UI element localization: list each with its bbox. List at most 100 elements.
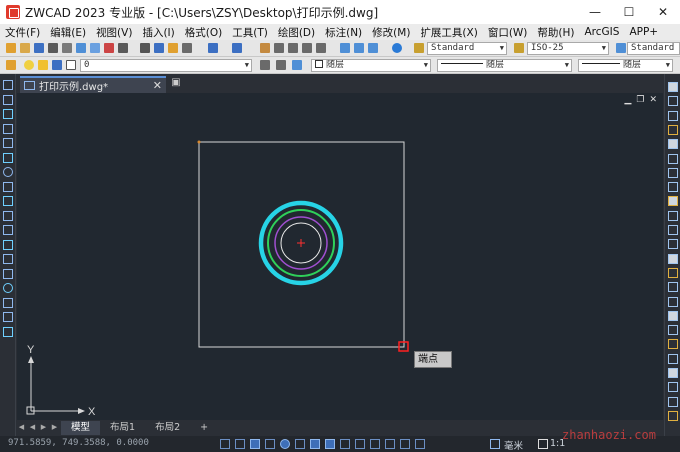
edit-polyline-icon[interactable] [668, 310, 678, 321]
help-icon[interactable] [392, 43, 402, 53]
minimize-button[interactable]: — [578, 0, 612, 24]
spline-icon[interactable] [3, 196, 13, 206]
properties-icon[interactable] [340, 43, 350, 53]
menu-item-1[interactable]: 编辑(E) [45, 25, 91, 40]
lineweight-dropdown[interactable]: 随层 ▼ [578, 59, 673, 72]
make-block-icon[interactable] [3, 254, 13, 264]
close-tab-icon[interactable]: ✕ [153, 79, 162, 92]
print-icon[interactable] [48, 43, 58, 53]
first-layout-icon[interactable]: ◀ [17, 423, 26, 433]
cloud-icon[interactable] [3, 181, 13, 192]
viewport-close-icon[interactable]: ✕ [649, 95, 657, 105]
menu-item-6[interactable]: 绘图(D) [273, 25, 320, 40]
menu-item-11[interactable]: 帮助(H) [532, 25, 579, 40]
zoom-realtime-icon[interactable] [274, 43, 284, 53]
linetype-dropdown[interactable]: 随层 ▼ [437, 59, 572, 72]
open-file-icon[interactable] [20, 43, 30, 53]
maximize-button[interactable]: ☐ [612, 0, 646, 24]
chamfer-icon[interactable] [668, 267, 678, 278]
match-properties-icon[interactable] [182, 43, 192, 53]
extend-icon[interactable] [668, 225, 678, 235]
move-icon[interactable] [668, 153, 678, 164]
publish-icon[interactable] [76, 43, 86, 53]
layer-color-icon[interactable] [66, 60, 76, 70]
layer-freeze-icon[interactable] [38, 60, 48, 70]
trim-icon[interactable] [668, 210, 678, 221]
menu-item-9[interactable]: 扩展工具(X) [415, 25, 482, 40]
circle-icon[interactable] [3, 167, 13, 177]
ortho-toggle-icon[interactable] [250, 439, 260, 449]
tab-layout1[interactable]: 布局1 [100, 421, 145, 435]
line-icon[interactable] [3, 80, 13, 90]
close-button[interactable]: ✕ [646, 0, 680, 24]
explode-icon[interactable] [668, 296, 678, 307]
layer-states-icon[interactable] [292, 60, 302, 70]
menu-item-8[interactable]: 修改(M) [367, 25, 415, 40]
draworder-below-icon[interactable] [668, 382, 678, 393]
menu-item-13[interactable]: APP+ [624, 26, 663, 38]
menu-item-10[interactable]: 窗口(W) [483, 25, 533, 40]
copy-icon[interactable] [154, 43, 164, 53]
drawing-canvas[interactable]: Y X ▁ ❐ ✕ 端点 [17, 93, 663, 420]
tab-layout2[interactable]: 布局2 [145, 421, 190, 435]
zoom-extents-icon[interactable] [316, 43, 326, 53]
point-icon[interactable] [3, 268, 13, 279]
join-icon[interactable] [668, 253, 678, 264]
copy-object-icon[interactable] [668, 96, 678, 107]
layer-dropdown[interactable]: 0 ▼ [80, 59, 252, 72]
next-layout-icon[interactable]: ▶ [39, 423, 48, 433]
zoom-previous-icon[interactable] [302, 43, 312, 53]
previous-layer-icon[interactable] [276, 60, 286, 70]
draworder-front-icon[interactable] [668, 339, 678, 350]
prev-layout-icon[interactable]: ◀ [28, 423, 37, 433]
dim-style-dropdown[interactable]: ISO-25 ▼ [527, 42, 609, 55]
pdf-icon[interactable] [104, 43, 114, 53]
rotate-icon[interactable] [668, 167, 678, 178]
polygon-icon[interactable] [3, 123, 13, 134]
mtext-icon[interactable] [3, 326, 13, 337]
viewport-minimize-icon[interactable]: ▁ [624, 95, 631, 105]
redo-icon[interactable] [232, 43, 242, 53]
hatch-icon[interactable] [3, 283, 13, 293]
mirror-icon[interactable] [668, 110, 678, 121]
save-icon[interactable] [34, 43, 44, 53]
undo-icon[interactable] [208, 43, 218, 53]
plot-icon[interactable] [90, 43, 100, 53]
ungroup-icon[interactable] [668, 410, 678, 421]
arc-3pt-icon[interactable] [3, 152, 13, 163]
erase-icon[interactable] [668, 82, 678, 92]
menu-item-7[interactable]: 标注(N) [320, 25, 367, 40]
print-preview-icon[interactable] [62, 43, 72, 53]
isolate-objects-icon[interactable] [415, 439, 425, 449]
layer-manager-icon[interactable] [6, 60, 16, 70]
layer-lock-icon[interactable] [52, 60, 62, 70]
transparency-toggle-icon[interactable] [340, 439, 350, 449]
array-icon[interactable] [668, 139, 678, 150]
region-icon[interactable] [3, 297, 13, 308]
align-icon[interactable] [668, 325, 678, 336]
table-style-dropdown[interactable]: Standard [627, 42, 680, 55]
text-style-dropdown[interactable]: Standard ▼ [427, 42, 507, 55]
last-layout-icon[interactable]: ▶ [50, 423, 59, 433]
polar-toggle-icon[interactable] [265, 439, 275, 449]
menu-item-2[interactable]: 视图(V) [91, 25, 137, 40]
offset-icon[interactable] [668, 124, 678, 135]
color-dropdown[interactable]: 随层 ▼ [311, 59, 431, 72]
menu-item-12[interactable]: ArcGIS [580, 26, 625, 38]
menu-item-3[interactable]: 插入(I) [137, 25, 179, 40]
fillet-icon[interactable] [668, 282, 678, 293]
cut-icon[interactable] [118, 43, 128, 53]
menu-item-0[interactable]: 文件(F) [0, 25, 45, 40]
pan-icon[interactable] [260, 43, 270, 53]
lineweight-toggle-icon[interactable] [325, 439, 335, 449]
annotation-monitor-icon[interactable] [385, 439, 395, 449]
zoom-window-icon[interactable] [288, 43, 298, 53]
menu-item-5[interactable]: 工具(T) [227, 25, 273, 40]
ellipse-icon[interactable] [3, 210, 13, 221]
table-icon[interactable] [3, 312, 13, 322]
draworder-back-icon[interactable] [668, 353, 678, 364]
make-current-layer-icon[interactable] [260, 60, 270, 70]
design-center-icon[interactable] [354, 43, 364, 53]
tab-model[interactable]: 模型 [61, 421, 101, 435]
new-document-tab-icon[interactable]: ▣ [169, 77, 183, 90]
